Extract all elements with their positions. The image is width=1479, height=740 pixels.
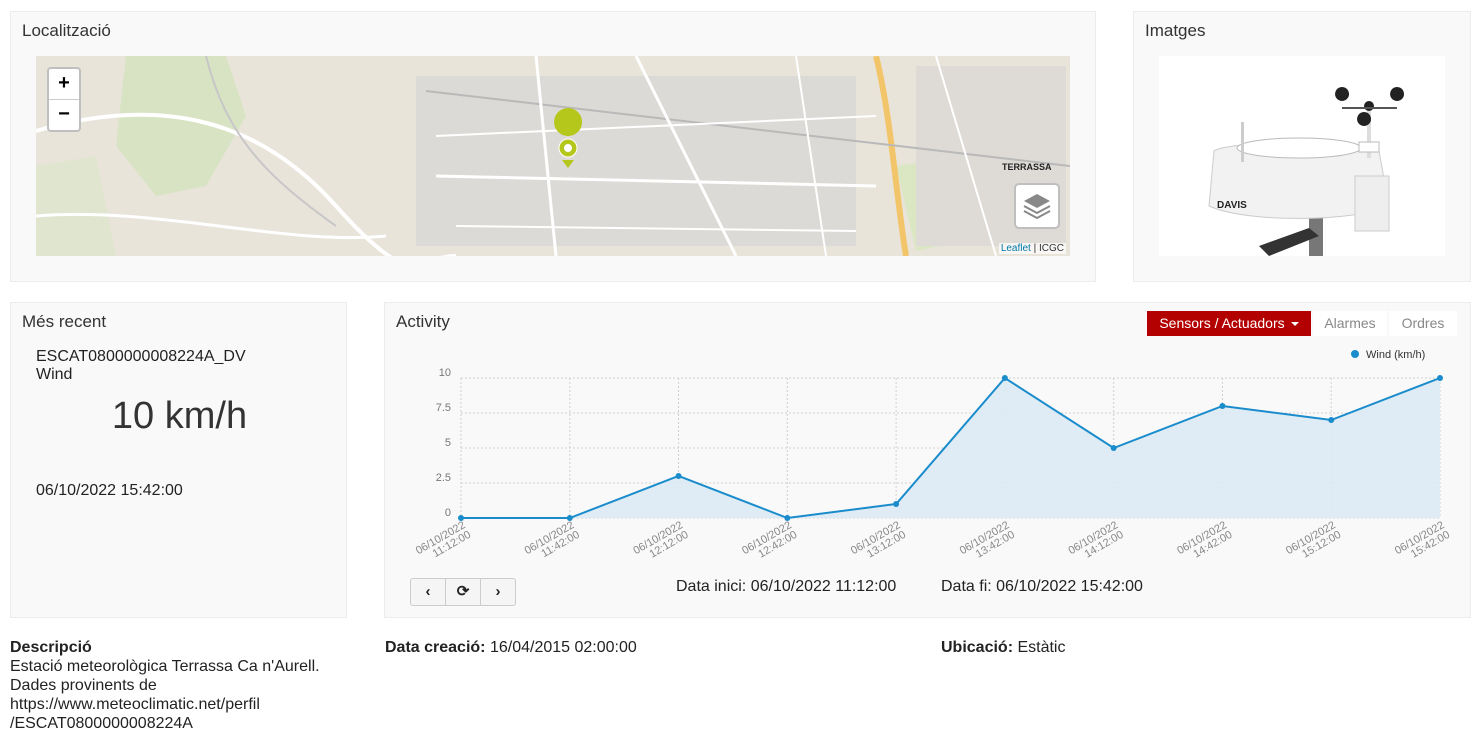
description-line: Dades provinents de — [10, 677, 157, 694]
caret-down-icon — [1290, 322, 1299, 327]
range-start-value: 06/10/2022 11:12:00 — [750, 578, 897, 595]
range-end: Data fi: 06/10/2022 15:42:00 — [941, 578, 1143, 596]
x-tick-label: 06/10/202212:42:00 — [740, 519, 799, 566]
zoom-in-button[interactable]: + — [49, 69, 79, 100]
map-tiles[interactable] — [36, 56, 1070, 256]
sensor-variable: Wind — [36, 366, 73, 383]
chevron-right-icon[interactable]: › — [480, 579, 515, 605]
creation-date-label: Data creació: — [385, 639, 486, 656]
description-line: /ESCAT0800000008224A — [10, 715, 193, 732]
map-city-label: TERRASSA — [1002, 162, 1052, 172]
y-tick-label: 0 — [445, 507, 451, 519]
refresh-icon[interactable]: ⟳ — [445, 579, 480, 605]
data-point — [1110, 445, 1117, 451]
x-tick-label: 06/10/202213:42:00 — [958, 519, 1017, 566]
location-type-label: Ubicació: — [941, 639, 1014, 656]
wind-chart: 0 2.5 5 7.5 10 06/10/202211:12:00 06/10/202211… — [414, 349, 1452, 566]
x-tick-label: 06/10/202215:42:00 — [1393, 519, 1452, 566]
attribution-text: ICGC — [1039, 243, 1064, 254]
x-tick-label: 06/10/202212:12:00 — [631, 519, 690, 566]
location-title: Localització — [22, 21, 111, 40]
weather-station-image[interactable]: DAVIS — [1159, 56, 1445, 256]
map[interactable]: + − TERRASSA Leaflet | ICGC — [36, 56, 1070, 256]
description-label: Descripció — [10, 639, 92, 656]
creation-date-value: 16/04/2015 02:00:00 — [489, 639, 637, 656]
y-tick-label: 2.5 — [436, 472, 451, 484]
data-point — [458, 515, 464, 521]
sensors-actuators-dropdown[interactable]: Sensors / Actuadors — [1147, 311, 1311, 336]
location-type-value: Estàtic — [1017, 639, 1066, 656]
range-end-value: 06/10/2022 15:42:00 — [996, 578, 1143, 595]
y-tick-label: 10 — [439, 367, 451, 379]
range-start-label: Data inici: — [676, 578, 747, 595]
creation-date-block: Data creació: 16/04/2015 02:00:00 — [385, 638, 637, 657]
location-panel: Localització + − TERRASSA Leaflet | ICGC — [10, 11, 1096, 282]
zoom-control: + − — [47, 67, 81, 132]
x-tick-label: 06/10/202211:12:00 — [414, 519, 473, 566]
location-type-block: Ubicació: Estàtic — [941, 638, 1065, 657]
x-tick-label: 06/10/202211:42:00 — [523, 519, 582, 566]
chevron-left-icon[interactable]: ‹ — [411, 579, 445, 605]
data-point — [1437, 375, 1443, 381]
data-point — [566, 515, 573, 521]
tab-alarms[interactable]: Alarmes — [1313, 311, 1387, 336]
data-point — [893, 501, 900, 507]
description-line: https://www.meteoclimatic.net/perfil — [10, 696, 260, 713]
data-point — [1328, 417, 1335, 423]
leaflet-link[interactable]: Leaflet — [1001, 243, 1031, 254]
x-tick-label: 06/10/202213:12:00 — [849, 519, 908, 566]
zoom-out-button[interactable]: − — [49, 100, 79, 130]
y-tick-label: 7.5 — [436, 402, 451, 414]
series-area — [461, 378, 1440, 518]
layers-icon — [1023, 194, 1051, 220]
sensors-actuators-label: Sensors / Actuadors — [1159, 315, 1285, 331]
latest-date: 06/10/2022 15:42:00 — [36, 482, 183, 499]
x-tick-label: 06/10/202214:12:00 — [1066, 519, 1125, 566]
data-point — [1001, 375, 1008, 381]
activity-panel: 0 2.5 5 7.5 10 06/10/202211:12:00 06/10/202211… — [384, 302, 1471, 618]
tab-orders[interactable]: Ordres — [1389, 311, 1457, 336]
data-point — [1219, 403, 1226, 409]
legend-marker — [1351, 350, 1359, 358]
description-line: Estació meteorològica Terrassa Ca n'Aure… — [10, 658, 320, 675]
x-tick-label: 06/10/202215:12:00 — [1284, 519, 1343, 566]
y-tick-label: 5 — [445, 437, 451, 449]
sensor-id: ESCAT0800000008224A_DV — [36, 348, 246, 365]
map-attribution: Leaflet | ICGC — [998, 243, 1066, 254]
data-point — [784, 515, 791, 521]
x-tick-label: 06/10/202214:42:00 — [1175, 519, 1234, 566]
recent-panel: Més recent ESCAT0800000008224A_DV Wind 1… — [10, 302, 347, 618]
images-panel: Imatges DAVIS — [1133, 11, 1471, 282]
recent-title: Més recent — [22, 312, 107, 331]
range-end-label: Data fi: — [941, 578, 992, 595]
description-block: Descripció Estació meteorològica Terrass… — [10, 638, 320, 733]
data-point — [675, 473, 682, 479]
chart-nav-group: ‹ ⟳ › — [410, 578, 516, 606]
weather-station-picture — [1208, 87, 1405, 256]
activity-title: Activity — [396, 312, 450, 331]
images-title: Imatges — [1145, 21, 1206, 40]
legend-label: Wind (km/h) — [1366, 349, 1425, 361]
attribution-separator: | — [1030, 243, 1039, 254]
brand-label: DAVIS — [1217, 200, 1247, 211]
range-start: Data inici: 06/10/2022 11:12:00 — [676, 578, 896, 596]
latest-value: 10 km/h — [111, 395, 248, 437]
layers-button[interactable] — [1014, 183, 1060, 229]
